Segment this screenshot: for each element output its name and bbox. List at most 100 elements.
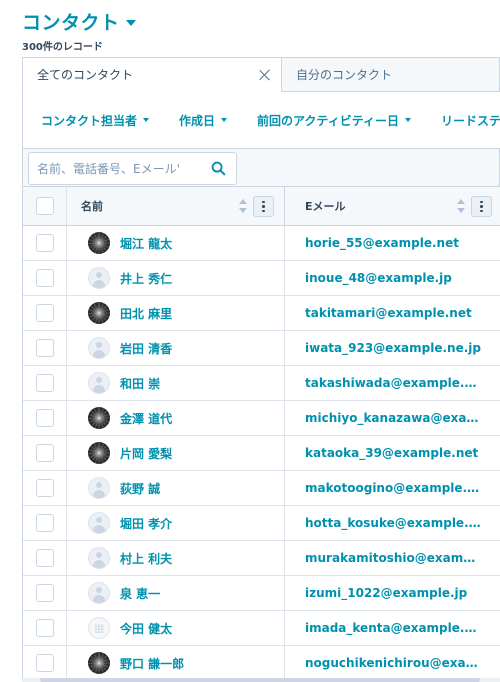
table-header: 名前 Eメール: [23, 186, 500, 226]
row-checkbox[interactable]: [35, 234, 54, 252]
table-row: 金澤 道代 michiyo_kanazawa@exam...: [23, 401, 500, 436]
search-input[interactable]: [29, 153, 204, 184]
dot-icon: [262, 209, 265, 213]
email-link[interactable]: iwata_923@example.ne.jp: [305, 341, 481, 355]
object-switcher[interactable]: コンタクト: [22, 8, 136, 35]
table-row: 堀江 龍太 horie_55@example.net: [23, 226, 500, 261]
contact-name-link[interactable]: 片岡 愛梨: [120, 445, 172, 462]
sort-icon[interactable]: [457, 199, 465, 213]
table-row: 今田 健太 imada_kenta@example.org: [23, 611, 500, 646]
contact-name-link[interactable]: 和田 崇: [120, 375, 160, 392]
name-cell: 和田 崇: [67, 366, 285, 400]
email-link[interactable]: izumi_1022@example.jp: [305, 586, 467, 600]
table-row: 田北 麻里 takitamari@example.net: [23, 296, 500, 331]
scrollbar-thumb[interactable]: [40, 678, 480, 682]
table-row: 泉 恵一 izumi_1022@example.jp: [23, 576, 500, 611]
row-checkbox-cell: [23, 471, 67, 505]
dot-icon: [262, 200, 265, 204]
page-header: コンタクト 300件のレコード: [22, 8, 136, 53]
row-checkbox[interactable]: [35, 409, 54, 427]
email-cell: noguchikenichirou@examp...: [285, 646, 500, 680]
filter-label: コンタクト担当者: [41, 113, 138, 128]
name-cell: 今田 健太: [67, 611, 285, 645]
email-link[interactable]: kataoka_39@example.net: [305, 446, 478, 460]
email-link[interactable]: inoue_48@example.jp: [305, 271, 452, 285]
row-checkbox[interactable]: [35, 654, 54, 672]
contact-name-link[interactable]: 堀江 龍太: [120, 235, 172, 252]
email-cell: murakamitoshio@example....: [285, 541, 500, 575]
filter-last-activity-date[interactable]: 前回のアクティビティー日: [257, 112, 411, 129]
contact-name-link[interactable]: 岩田 清香: [120, 340, 172, 357]
chevron-down-icon: [221, 118, 228, 122]
contact-name-link[interactable]: 泉 恵一: [120, 585, 160, 602]
row-checkbox[interactable]: [35, 549, 54, 567]
filter-bar: コンタクト担当者 作成日 前回のアクティビティー日 リードステ: [22, 92, 500, 148]
row-checkbox[interactable]: [35, 339, 54, 357]
tab-my-contacts[interactable]: 自分のコンタクト: [282, 57, 500, 92]
chevron-down-icon: [143, 118, 150, 122]
avatar: [88, 372, 110, 394]
name-cell: 泉 恵一: [67, 576, 285, 610]
row-checkbox[interactable]: [35, 514, 54, 532]
row-checkbox-cell: [23, 611, 67, 645]
contact-name-link[interactable]: 田北 麻里: [120, 305, 172, 322]
contact-name-link[interactable]: 村上 利夫: [120, 550, 172, 567]
dot-icon: [262, 205, 265, 208]
contact-name-link[interactable]: 堀田 孝介: [120, 515, 172, 532]
row-checkbox[interactable]: [35, 479, 54, 497]
email-link[interactable]: michiyo_kanazawa@exam...: [305, 411, 481, 425]
table-row: 村上 利夫 murakamitoshio@example....: [23, 541, 500, 576]
email-link[interactable]: takashiwada@example.ne.jp: [305, 376, 481, 390]
column-header-email[interactable]: Eメール: [285, 187, 500, 225]
contact-name-link[interactable]: 井上 秀仁: [120, 270, 172, 287]
email-cell: inoue_48@example.jp: [285, 261, 500, 295]
email-link[interactable]: horie_55@example.net: [305, 236, 459, 250]
page-title: コンタクト: [22, 12, 120, 34]
name-cell: 片岡 愛梨: [67, 436, 285, 470]
avatar: [88, 512, 110, 534]
table-row: 荻野 誠 makotoogino@example.com: [23, 471, 500, 506]
email-link[interactable]: makotoogino@example.com: [305, 481, 481, 495]
chevron-down-icon: [125, 19, 136, 26]
avatar: [88, 652, 110, 674]
contact-name-link[interactable]: 荻野 誠: [120, 480, 160, 497]
horizontal-scrollbar[interactable]: [22, 678, 500, 682]
search-icon[interactable]: [211, 161, 226, 176]
avatar: [88, 337, 110, 359]
email-link[interactable]: hotta_kosuke@example.co...: [305, 516, 481, 530]
email-link[interactable]: takitamari@example.net: [305, 306, 472, 320]
row-checkbox-cell: [23, 261, 67, 295]
tab-label: 全てのコンタクト: [37, 68, 134, 82]
column-menu-button[interactable]: [253, 196, 274, 217]
name-cell: 岩田 清香: [67, 331, 285, 365]
email-link[interactable]: imada_kenta@example.org: [305, 621, 481, 635]
name-cell: 村上 利夫: [67, 541, 285, 575]
table-row: 堀田 孝介 hotta_kosuke@example.co...: [23, 506, 500, 541]
row-checkbox[interactable]: [35, 304, 54, 322]
filter-lead-status[interactable]: リードステ: [441, 112, 500, 129]
row-checkbox[interactable]: [35, 374, 54, 392]
view-tabs: 全てのコンタクト 自分のコンタクト: [22, 57, 500, 92]
filter-label: 前回のアクティビティー日: [257, 113, 399, 128]
close-icon[interactable]: [259, 69, 271, 81]
column-header-name[interactable]: 名前: [67, 187, 285, 225]
contact-name-link[interactable]: 野口 謙一郎: [120, 655, 184, 672]
row-checkbox[interactable]: [35, 619, 54, 637]
sort-icon[interactable]: [239, 199, 247, 213]
row-checkbox[interactable]: [35, 444, 54, 462]
row-checkbox-cell: [23, 541, 67, 575]
filter-contact-owner[interactable]: コンタクト担当者: [41, 112, 150, 129]
row-checkbox[interactable]: [35, 584, 54, 602]
email-link[interactable]: murakamitoshio@example....: [305, 551, 481, 565]
column-menu-button[interactable]: [471, 196, 492, 217]
email-link[interactable]: noguchikenichirou@examp...: [305, 656, 481, 670]
avatar: [88, 617, 110, 639]
email-cell: michiyo_kanazawa@exam...: [285, 401, 500, 435]
contact-name-link[interactable]: 金澤 道代: [120, 410, 172, 427]
avatar: [88, 547, 110, 569]
tab-all-contacts[interactable]: 全てのコンタクト: [22, 57, 282, 92]
row-checkbox[interactable]: [35, 269, 54, 287]
contact-name-link[interactable]: 今田 健太: [120, 620, 172, 637]
filter-create-date[interactable]: 作成日: [179, 112, 228, 129]
select-all-checkbox[interactable]: [35, 197, 54, 215]
